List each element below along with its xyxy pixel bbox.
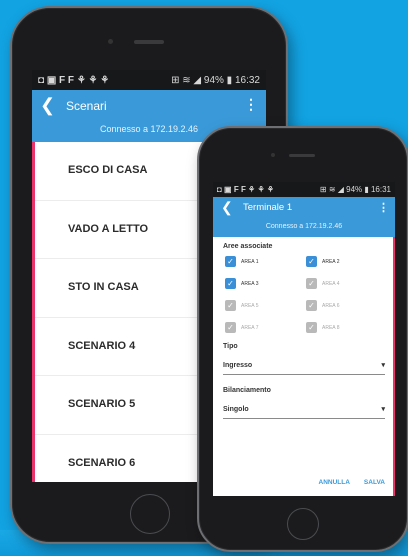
checkbox-checked-icon[interactable]: ✓ (306, 256, 317, 267)
phone-terminale: ◘ ▣ F F ⚘ ⚘ ⚘ ⊞ ≋ ◢ 94% ▮ 16:31 ❮ Termin… (197, 126, 408, 552)
page-title: Terminale 1 (243, 202, 293, 213)
aree-label: Aree associate (223, 243, 273, 250)
checkbox-area-4[interactable]: ✓ AREA 4 (306, 278, 387, 289)
home-button[interactable] (130, 494, 170, 534)
checkbox-disabled-icon[interactable]: ✓ (306, 278, 317, 289)
checkbox-area-1[interactable]: ✓ AREA 1 (225, 256, 306, 267)
bilanciamento-label: Bilanciamento (223, 387, 271, 394)
checkbox-area-3[interactable]: ✓ AREA 3 (225, 278, 306, 289)
salva-button[interactable]: SALVA (364, 479, 385, 486)
checkbox-area-2[interactable]: ✓ AREA 2 (306, 256, 387, 267)
front-camera (271, 153, 275, 157)
tipo-select[interactable]: Ingresso ▾ (223, 356, 385, 375)
back-arrow-icon[interactable]: ❮ (40, 96, 55, 114)
bilanciamento-value: Singolo (223, 405, 249, 413)
status-icons-right: ⊞ ≋ ◢ 94% ▮ 16:32 (171, 74, 260, 86)
bilanciamento-select[interactable]: Singolo ▾ (223, 400, 385, 419)
overflow-menu-icon[interactable]: ⋮ (244, 96, 258, 113)
page-title: Scenari (66, 99, 107, 113)
tipo-label: Tipo (223, 343, 238, 350)
accent-bar (32, 142, 35, 482)
checkbox-disabled-icon[interactable]: ✓ (225, 322, 236, 333)
dropdown-arrow-icon: ▾ (381, 362, 385, 369)
annulla-button[interactable]: ANNULLA (319, 479, 350, 486)
checkbox-checked-icon[interactable]: ✓ (225, 256, 236, 267)
tipo-value: Ingresso (223, 361, 253, 369)
app-bar: ❮ Terminale 1 ⋮ Connesso a 172.19.2.46 (213, 197, 395, 237)
accent-bar (393, 237, 395, 496)
front-camera (108, 39, 113, 44)
speaker (134, 40, 164, 44)
status-icons-right: ⊞ ≋ ◢ 94% ▮ 16:31 (319, 185, 391, 194)
checkbox-area-8[interactable]: ✓ AREA 8 (306, 322, 387, 333)
aree-grid: ✓ AREA 1 ✓ AREA 2 ✓ AREA 3 ✓ AREA 4 ✓ AREA 5 … (225, 256, 387, 333)
status-bar: ◘ ▣ F F ⚘ ⚘ ⚘ ⊞ ≋ ◢ 94% ▮ 16:31 (213, 182, 395, 197)
screen-terminale: ◘ ▣ F F ⚘ ⚘ ⚘ ⊞ ≋ ◢ 94% ▮ 16:31 ❮ Termin… (213, 182, 395, 496)
checkbox-disabled-icon[interactable]: ✓ (225, 300, 236, 311)
overflow-menu-icon[interactable]: ⋮ (378, 201, 389, 214)
dropdown-arrow-icon: ▾ (381, 406, 385, 413)
checkbox-area-5[interactable]: ✓ AREA 5 (225, 300, 306, 311)
connection-status: Connesso a 172.19.2.46 (265, 223, 343, 230)
speaker (289, 154, 315, 157)
status-icons-left: ◘ ▣ F F ⚘ ⚘ ⚘ (217, 185, 275, 194)
checkbox-disabled-icon[interactable]: ✓ (306, 300, 317, 311)
home-button[interactable] (287, 508, 319, 540)
checkbox-area-7[interactable]: ✓ AREA 7 (225, 322, 306, 333)
checkbox-checked-icon[interactable]: ✓ (225, 278, 236, 289)
checkbox-area-6[interactable]: ✓ AREA 6 (306, 300, 387, 311)
terminal-form: Aree associate ✓ AREA 1 ✓ AREA 2 ✓ AREA 3 ✓… (213, 237, 395, 437)
dialog-actions: ANNULLA SALVA (319, 479, 386, 486)
status-icons-left: ◘ ▣ F F ⚘ ⚘ ⚘ (38, 74, 110, 86)
back-arrow-icon[interactable]: ❮ (221, 200, 233, 214)
checkbox-disabled-icon[interactable]: ✓ (306, 322, 317, 333)
status-bar: ◘ ▣ F F ⚘ ⚘ ⚘ ⊞ ≋ ◢ 94% ▮ 16:32 (32, 70, 266, 90)
